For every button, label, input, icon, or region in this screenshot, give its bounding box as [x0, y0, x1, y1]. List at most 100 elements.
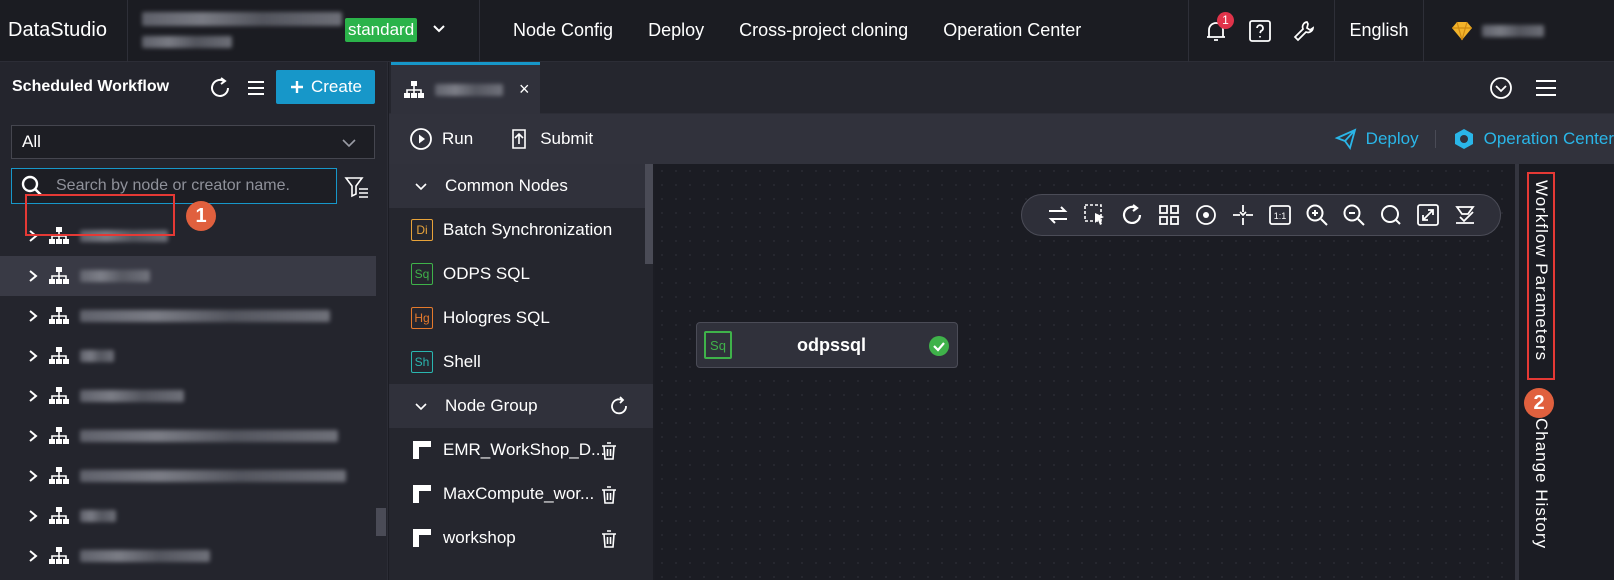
operation-center-link[interactable]: Operation Center: [1452, 127, 1614, 151]
deploy-link[interactable]: Deploy: [1334, 127, 1419, 151]
trash-icon[interactable]: [599, 529, 619, 549]
zoom-out-icon[interactable]: [1342, 203, 1366, 227]
tab-workflow[interactable]: ×: [391, 62, 540, 114]
nav-deploy[interactable]: Deploy: [648, 20, 704, 41]
circle-chevron-down-icon[interactable]: [1489, 76, 1513, 100]
nav-operation-center[interactable]: Operation Center: [943, 20, 1081, 41]
node-name: odpssql: [797, 334, 867, 355]
workflow-filter-select[interactable]: All: [11, 125, 375, 159]
palette-node-item[interactable]: Sh Shell: [389, 340, 653, 384]
common-nodes-label: Common Nodes: [445, 176, 568, 195]
refresh-icon[interactable]: [609, 396, 629, 416]
nav-cross-project-cloning[interactable]: Cross-project cloning: [739, 20, 908, 41]
toolbar-right: Deploy Operation Center: [1334, 114, 1614, 164]
chevron-right-icon[interactable]: [28, 510, 38, 522]
chevron-down-icon[interactable]: [432, 22, 446, 36]
workflow-icon: [49, 227, 69, 244]
nav-node-config[interactable]: Node Config: [513, 20, 613, 41]
create-button[interactable]: Create: [276, 70, 375, 104]
workflow-tree-item[interactable]: [0, 376, 376, 416]
palette-node-item[interactable]: Hg Hologres SQL: [389, 296, 653, 340]
language-switch[interactable]: English: [1334, 0, 1424, 62]
brand-logo[interactable]: DataStudio: [0, 0, 128, 62]
workflow-name-blurred: [80, 470, 346, 482]
list-menu-icon[interactable]: [246, 78, 266, 98]
workflow-tree-item[interactable]: [0, 536, 376, 576]
node-group-item[interactable]: MaxCompute_wor...: [389, 472, 653, 516]
common-nodes-header[interactable]: Common Nodes: [389, 164, 653, 208]
collapse-icon[interactable]: [1231, 203, 1255, 227]
node-group-label: workshop: [443, 528, 516, 547]
swap-icon[interactable]: [1046, 203, 1070, 227]
workflow-tree-item[interactable]: [0, 296, 376, 336]
play-icon: [410, 128, 432, 150]
chevron-right-icon[interactable]: [28, 550, 38, 562]
workflow-canvas[interactable]: 1:1 Sq odpssql: [655, 164, 1515, 580]
trash-icon[interactable]: [599, 485, 619, 505]
sidebar-scrollbar[interactable]: [376, 508, 386, 536]
change-history-tab[interactable]: Change History: [1531, 418, 1551, 549]
tab-close-button[interactable]: ×: [519, 79, 530, 100]
node-palette: Common Nodes Di Batch Synchronization Sq OD…: [389, 164, 653, 580]
main-area: × Run Submit Deploy Operation Center Com…: [389, 62, 1614, 580]
wrench-icon[interactable]: [1291, 18, 1317, 44]
submit-button[interactable]: Submit: [507, 127, 593, 151]
grid-layout-icon[interactable]: [1157, 203, 1181, 227]
node-group-header[interactable]: Node Group: [389, 384, 653, 428]
help-icon[interactable]: [1247, 18, 1273, 44]
canvas-toolbar: 1:1: [1021, 194, 1501, 236]
env-badge[interactable]: standard: [345, 18, 418, 42]
fullscreen-icon[interactable]: [1416, 203, 1440, 227]
user-menu[interactable]: [1424, 0, 1614, 62]
bell-icon[interactable]: 1: [1203, 11, 1234, 44]
workflow-name-blurred: [80, 550, 210, 562]
palette-node-item[interactable]: Sq ODPS SQL: [389, 252, 653, 296]
workflow-tree-item[interactable]: [0, 416, 376, 456]
palette-node-item[interactable]: Di Batch Synchronization: [389, 208, 653, 252]
search-icon[interactable]: [1379, 203, 1403, 227]
send-icon: [1334, 128, 1357, 151]
callout-1: 1: [186, 201, 216, 231]
layout-icon: [413, 485, 431, 503]
workflow-icon: [49, 387, 69, 404]
workflow-node-odpssql[interactable]: Sq odpssql: [696, 322, 958, 368]
node-group-label: EMR_WorkShop_D...: [443, 440, 606, 459]
notification-badge: 1: [1217, 11, 1234, 29]
chevron-right-icon[interactable]: [28, 270, 38, 282]
workflow-tree-item[interactable]: [0, 456, 376, 496]
zoom-in-icon[interactable]: [1305, 203, 1329, 227]
workspace-id-blurred: [142, 35, 232, 48]
node-group-item[interactable]: EMR_WorkShop_D...: [389, 428, 653, 472]
refresh-icon[interactable]: [1120, 203, 1144, 227]
actual-size-icon[interactable]: 1:1: [1268, 203, 1292, 227]
workflow-name-blurred: [80, 310, 330, 322]
workflow-parameters-tab[interactable]: Workflow Parameters: [1531, 180, 1551, 361]
workflow-tree-item[interactable]: [0, 256, 376, 296]
format-icon[interactable]: [1453, 203, 1477, 227]
center-focus-icon[interactable]: [1194, 203, 1218, 227]
chevron-right-icon[interactable]: [28, 430, 38, 442]
box-select-icon[interactable]: [1083, 203, 1107, 227]
workflow-icon: [49, 547, 69, 564]
node-group-item[interactable]: workshop: [389, 516, 653, 560]
chevron-right-icon[interactable]: [28, 470, 38, 482]
chevron-right-icon[interactable]: [28, 350, 38, 362]
workspace-selector[interactable]: [128, 0, 480, 62]
palette-scrollbar[interactable]: [645, 164, 653, 264]
layout-icon: [413, 441, 431, 459]
search-box: [11, 168, 337, 204]
workflow-tree-item[interactable]: [0, 336, 376, 376]
filter-icon[interactable]: [344, 174, 370, 200]
chevron-right-icon[interactable]: [28, 230, 38, 242]
menu-icon[interactable]: [1535, 77, 1557, 99]
workflow-name-blurred: [80, 230, 168, 242]
workflow-tree-item[interactable]: [0, 496, 376, 536]
workflow-icon: [49, 347, 69, 364]
refresh-icon[interactable]: [208, 76, 232, 100]
chevron-right-icon[interactable]: [28, 390, 38, 402]
trash-icon[interactable]: [599, 441, 619, 461]
chevron-right-icon[interactable]: [28, 310, 38, 322]
search-input[interactable]: [56, 177, 326, 195]
node-type-badge: Sh: [411, 351, 433, 373]
run-button[interactable]: Run: [409, 127, 473, 151]
